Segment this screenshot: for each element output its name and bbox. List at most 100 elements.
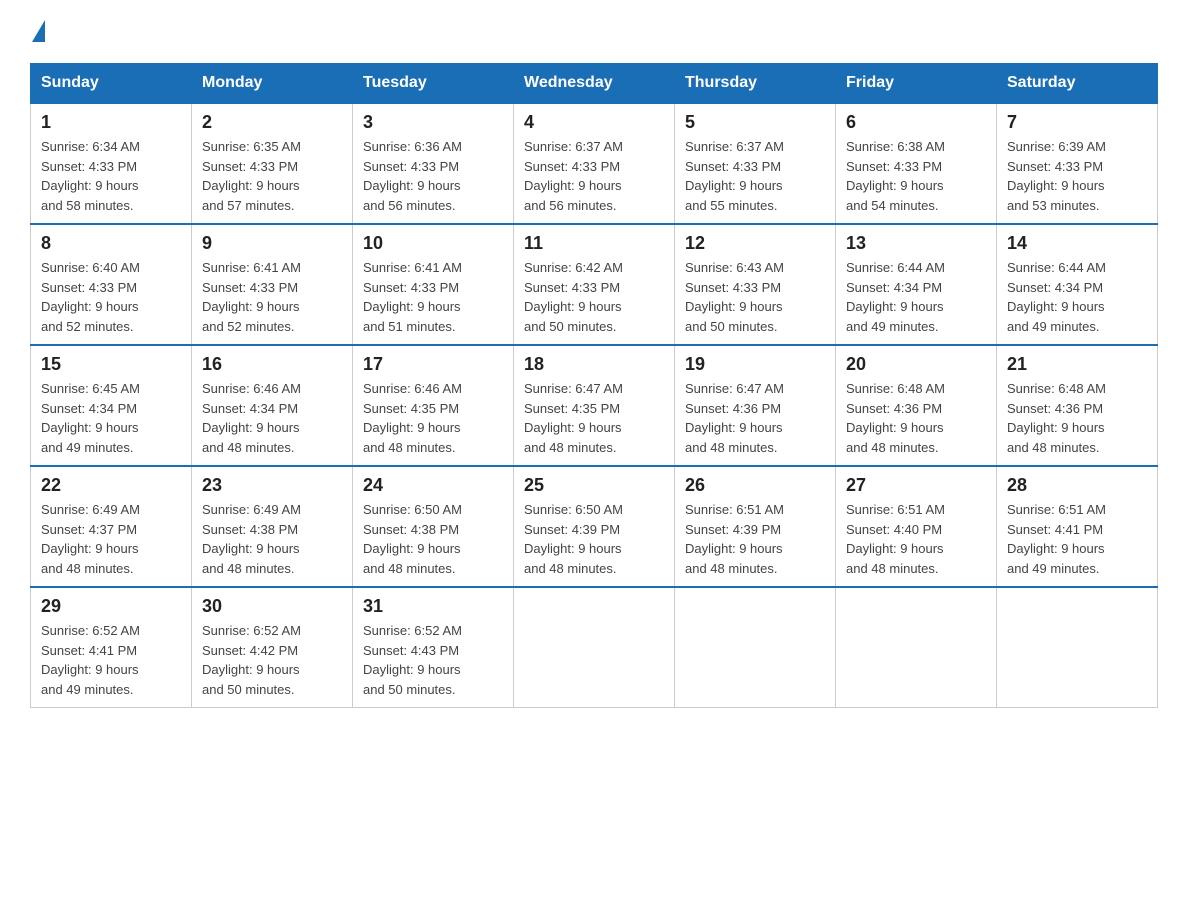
calendar-day-cell: 19 Sunrise: 6:47 AMSunset: 4:36 PMDayligh… xyxy=(675,345,836,466)
calendar-day-cell: 15 Sunrise: 6:45 AMSunset: 4:34 PMDayligh… xyxy=(31,345,192,466)
calendar-empty-cell xyxy=(675,587,836,708)
day-info: Sunrise: 6:47 AMSunset: 4:36 PMDaylight:… xyxy=(685,379,825,457)
day-info: Sunrise: 6:37 AMSunset: 4:33 PMDaylight:… xyxy=(524,137,664,215)
calendar-day-cell: 21 Sunrise: 6:48 AMSunset: 4:36 PMDayligh… xyxy=(997,345,1158,466)
calendar-empty-cell xyxy=(836,587,997,708)
calendar-day-cell: 3 Sunrise: 6:36 AMSunset: 4:33 PMDaylight… xyxy=(353,103,514,224)
calendar-day-cell: 8 Sunrise: 6:40 AMSunset: 4:33 PMDaylight… xyxy=(31,224,192,345)
day-number: 26 xyxy=(685,475,825,496)
day-info: Sunrise: 6:50 AMSunset: 4:38 PMDaylight:… xyxy=(363,500,503,578)
header-day-sunday: Sunday xyxy=(31,64,192,104)
calendar-table: SundayMondayTuesdayWednesdayThursdayFrid… xyxy=(30,63,1158,708)
day-info: Sunrise: 6:48 AMSunset: 4:36 PMDaylight:… xyxy=(846,379,986,457)
day-number: 2 xyxy=(202,112,342,133)
calendar-day-cell: 6Sunrise: 6:38 AMSunset: 4:33 PMDaylight… xyxy=(836,103,997,224)
day-info: Sunrise: 6:46 AMSunset: 4:34 PMDaylight:… xyxy=(202,379,342,457)
calendar-day-cell: 2Sunrise: 6:35 AMSunset: 4:33 PMDaylight… xyxy=(192,103,353,224)
header-day-friday: Friday xyxy=(836,64,997,104)
calendar-day-cell: 4Sunrise: 6:37 AMSunset: 4:33 PMDaylight… xyxy=(514,103,675,224)
header-row: SundayMondayTuesdayWednesdayThursdayFrid… xyxy=(31,64,1158,104)
day-info: Sunrise: 6:41 AMSunset: 4:33 PMDaylight:… xyxy=(363,258,503,336)
calendar-empty-cell xyxy=(514,587,675,708)
day-info: Sunrise: 6:52 AMSunset: 4:42 PMDaylight:… xyxy=(202,621,342,699)
calendar-header: SundayMondayTuesdayWednesdayThursdayFrid… xyxy=(31,64,1158,104)
day-number: 28 xyxy=(1007,475,1147,496)
day-number: 11 xyxy=(524,233,664,254)
calendar-day-cell: 23 Sunrise: 6:49 AMSunset: 4:38 PMDayligh… xyxy=(192,466,353,587)
calendar-day-cell: 7 Sunrise: 6:39 AMSunset: 4:33 PMDaylight… xyxy=(997,103,1158,224)
day-info: Sunrise: 6:48 AMSunset: 4:36 PMDaylight:… xyxy=(1007,379,1147,457)
calendar-day-cell: 27 Sunrise: 6:51 AMSunset: 4:40 PMDayligh… xyxy=(836,466,997,587)
day-info: Sunrise: 6:37 AMSunset: 4:33 PMDaylight:… xyxy=(685,137,825,215)
calendar-day-cell: 24 Sunrise: 6:50 AMSunset: 4:38 PMDayligh… xyxy=(353,466,514,587)
header-day-wednesday: Wednesday xyxy=(514,64,675,104)
logo-triangle-icon xyxy=(32,20,45,42)
day-number: 20 xyxy=(846,354,986,375)
day-info: Sunrise: 6:39 AMSunset: 4:33 PMDaylight:… xyxy=(1007,137,1147,215)
calendar-day-cell: 12Sunrise: 6:43 AMSunset: 4:33 PMDayligh… xyxy=(675,224,836,345)
day-number: 19 xyxy=(685,354,825,375)
day-info: Sunrise: 6:51 AMSunset: 4:40 PMDaylight:… xyxy=(846,500,986,578)
day-number: 10 xyxy=(363,233,503,254)
calendar-day-cell: 31 Sunrise: 6:52 AMSunset: 4:43 PMDayligh… xyxy=(353,587,514,708)
calendar-day-cell: 18 Sunrise: 6:47 AMSunset: 4:35 PMDayligh… xyxy=(514,345,675,466)
calendar-week-row: 1Sunrise: 6:34 AMSunset: 4:33 PMDaylight… xyxy=(31,103,1158,224)
day-info: Sunrise: 6:49 AMSunset: 4:37 PMDaylight:… xyxy=(41,500,181,578)
logo xyxy=(30,20,45,43)
day-number: 29 xyxy=(41,596,181,617)
day-info: Sunrise: 6:40 AMSunset: 4:33 PMDaylight:… xyxy=(41,258,181,336)
calendar-day-cell: 5 Sunrise: 6:37 AMSunset: 4:33 PMDaylight… xyxy=(675,103,836,224)
calendar-day-cell: 25 Sunrise: 6:50 AMSunset: 4:39 PMDayligh… xyxy=(514,466,675,587)
day-number: 17 xyxy=(363,354,503,375)
calendar-body: 1Sunrise: 6:34 AMSunset: 4:33 PMDaylight… xyxy=(31,103,1158,708)
calendar-day-cell: 14 Sunrise: 6:44 AMSunset: 4:34 PMDayligh… xyxy=(997,224,1158,345)
calendar-day-cell: 11 Sunrise: 6:42 AMSunset: 4:33 PMDayligh… xyxy=(514,224,675,345)
day-info: Sunrise: 6:44 AMSunset: 4:34 PMDaylight:… xyxy=(1007,258,1147,336)
day-info: Sunrise: 6:38 AMSunset: 4:33 PMDaylight:… xyxy=(846,137,986,215)
day-number: 27 xyxy=(846,475,986,496)
day-info: Sunrise: 6:42 AMSunset: 4:33 PMDaylight:… xyxy=(524,258,664,336)
day-number: 3 xyxy=(363,112,503,133)
day-info: Sunrise: 6:51 AMSunset: 4:41 PMDaylight:… xyxy=(1007,500,1147,578)
day-number: 30 xyxy=(202,596,342,617)
day-number: 7 xyxy=(1007,112,1147,133)
day-number: 15 xyxy=(41,354,181,375)
calendar-day-cell: 13 Sunrise: 6:44 AMSunset: 4:34 PMDayligh… xyxy=(836,224,997,345)
calendar-week-row: 29 Sunrise: 6:52 AMSunset: 4:41 PMDayligh… xyxy=(31,587,1158,708)
calendar-day-cell: 10 Sunrise: 6:41 AMSunset: 4:33 PMDayligh… xyxy=(353,224,514,345)
header-day-thursday: Thursday xyxy=(675,64,836,104)
day-info: Sunrise: 6:36 AMSunset: 4:33 PMDaylight:… xyxy=(363,137,503,215)
day-number: 31 xyxy=(363,596,503,617)
calendar-day-cell: 17Sunrise: 6:46 AMSunset: 4:35 PMDayligh… xyxy=(353,345,514,466)
calendar-day-cell: 28 Sunrise: 6:51 AMSunset: 4:41 PMDayligh… xyxy=(997,466,1158,587)
calendar-day-cell: 26Sunrise: 6:51 AMSunset: 4:39 PMDayligh… xyxy=(675,466,836,587)
day-info: Sunrise: 6:44 AMSunset: 4:34 PMDaylight:… xyxy=(846,258,986,336)
day-number: 21 xyxy=(1007,354,1147,375)
day-number: 12 xyxy=(685,233,825,254)
day-info: Sunrise: 6:34 AMSunset: 4:33 PMDaylight:… xyxy=(41,137,181,215)
day-number: 13 xyxy=(846,233,986,254)
calendar-day-cell: 29 Sunrise: 6:52 AMSunset: 4:41 PMDayligh… xyxy=(31,587,192,708)
day-number: 23 xyxy=(202,475,342,496)
calendar-week-row: 8 Sunrise: 6:40 AMSunset: 4:33 PMDaylight… xyxy=(31,224,1158,345)
day-number: 8 xyxy=(41,233,181,254)
day-number: 24 xyxy=(363,475,503,496)
day-info: Sunrise: 6:41 AMSunset: 4:33 PMDaylight:… xyxy=(202,258,342,336)
day-info: Sunrise: 6:50 AMSunset: 4:39 PMDaylight:… xyxy=(524,500,664,578)
calendar-day-cell: 16 Sunrise: 6:46 AMSunset: 4:34 PMDayligh… xyxy=(192,345,353,466)
day-number: 5 xyxy=(685,112,825,133)
day-number: 18 xyxy=(524,354,664,375)
day-info: Sunrise: 6:49 AMSunset: 4:38 PMDaylight:… xyxy=(202,500,342,578)
day-number: 16 xyxy=(202,354,342,375)
day-number: 14 xyxy=(1007,233,1147,254)
calendar-week-row: 15 Sunrise: 6:45 AMSunset: 4:34 PMDayligh… xyxy=(31,345,1158,466)
day-info: Sunrise: 6:47 AMSunset: 4:35 PMDaylight:… xyxy=(524,379,664,457)
day-info: Sunrise: 6:45 AMSunset: 4:34 PMDaylight:… xyxy=(41,379,181,457)
header-day-saturday: Saturday xyxy=(997,64,1158,104)
calendar-day-cell: 22 Sunrise: 6:49 AMSunset: 4:37 PMDayligh… xyxy=(31,466,192,587)
day-info: Sunrise: 6:52 AMSunset: 4:41 PMDaylight:… xyxy=(41,621,181,699)
day-number: 22 xyxy=(41,475,181,496)
calendar-day-cell: 20 Sunrise: 6:48 AMSunset: 4:36 PMDayligh… xyxy=(836,345,997,466)
day-number: 25 xyxy=(524,475,664,496)
day-info: Sunrise: 6:52 AMSunset: 4:43 PMDaylight:… xyxy=(363,621,503,699)
